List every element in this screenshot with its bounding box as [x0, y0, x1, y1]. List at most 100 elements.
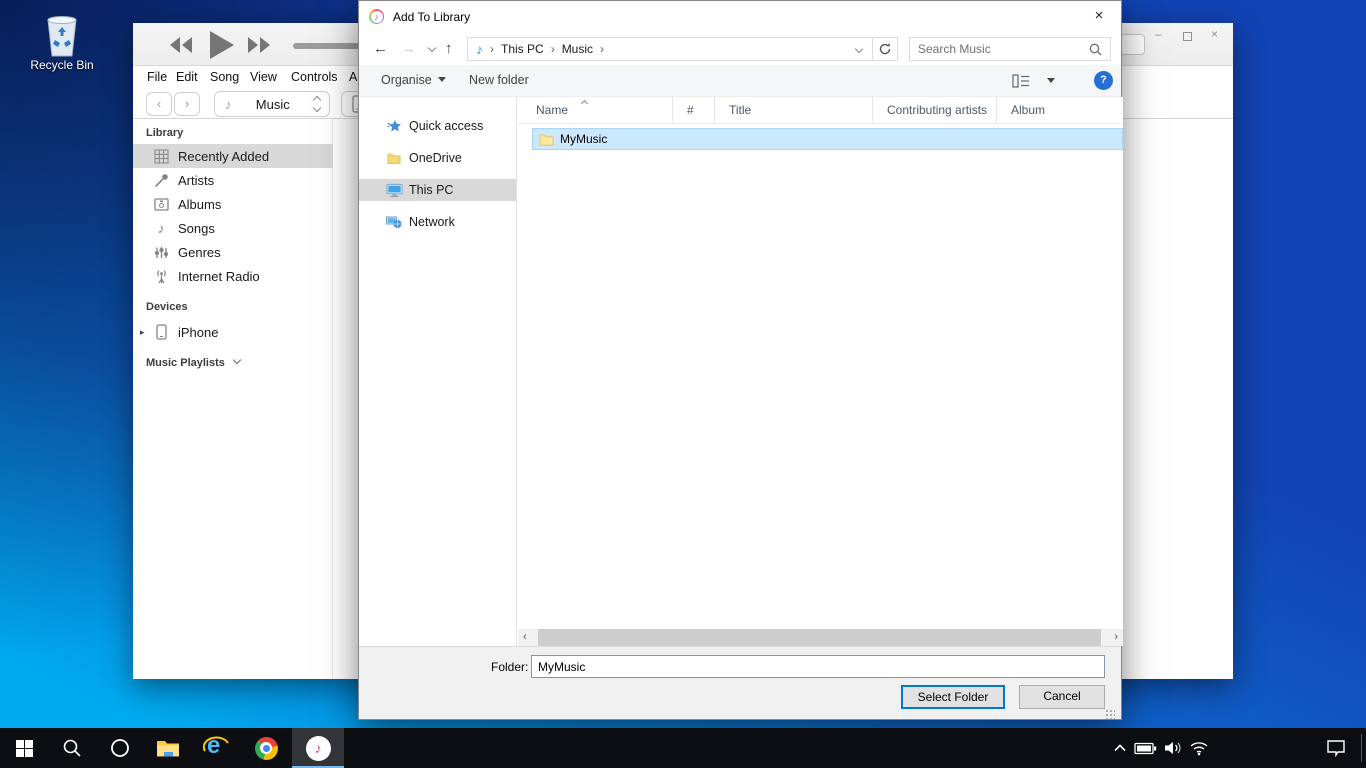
- rewind-button[interactable]: [169, 37, 193, 53]
- playlists-header-label: Music Playlists: [146, 357, 225, 369]
- folder-label: Folder:: [491, 660, 528, 674]
- column-contributing-artists[interactable]: Contributing artists: [873, 97, 997, 123]
- help-button[interactable]: ?: [1094, 71, 1113, 90]
- refresh-icon[interactable]: [878, 42, 892, 56]
- column-number[interactable]: #: [673, 97, 715, 123]
- sidebar-item-label: Internet Radio: [178, 269, 260, 284]
- sidebar-item-internet-radio[interactable]: Internet Radio: [133, 264, 333, 288]
- sidebar-item-genres[interactable]: Genres: [133, 240, 333, 264]
- chrome-button[interactable]: [244, 728, 288, 768]
- tray-wifi-button[interactable]: [1184, 728, 1214, 768]
- media-type-selector[interactable]: ♪ Music: [214, 91, 330, 117]
- close-window-icon[interactable]: ×: [1211, 27, 1218, 41]
- scrollbar-thumb[interactable]: [538, 629, 1101, 646]
- microphone-icon: [152, 173, 170, 188]
- breadcrumb-music[interactable]: Music: [562, 42, 593, 56]
- folder-name-input[interactable]: [531, 655, 1105, 678]
- folder-icon: [539, 133, 554, 146]
- speaker-icon: [1163, 740, 1184, 756]
- devices-header: Devices: [146, 301, 188, 313]
- view-mode-icon[interactable]: [1012, 74, 1030, 88]
- cancel-button[interactable]: Cancel: [1019, 685, 1105, 709]
- sidebar-item-iphone[interactable]: ▸ iPhone: [133, 320, 333, 344]
- file-explorer-button[interactable]: [146, 728, 190, 768]
- nav-item-onedrive[interactable]: OneDrive: [359, 147, 516, 169]
- tray-battery-button[interactable]: [1130, 728, 1160, 768]
- sidebar-item-albums[interactable]: Albums: [133, 192, 333, 216]
- maximize-icon[interactable]: [1183, 32, 1192, 41]
- sidebar-item-label: Recently Added: [178, 149, 269, 164]
- pane-divider[interactable]: [516, 97, 517, 646]
- chevron-down-icon: [233, 356, 241, 364]
- forward-icon[interactable]: →: [401, 40, 416, 57]
- minimize-icon[interactable]: –: [1155, 27, 1162, 41]
- nav-item-label: Network: [409, 215, 455, 229]
- itunes-app-icon: ♪: [369, 9, 384, 24]
- updown-chevrons-icon: [314, 97, 320, 111]
- column-name[interactable]: Name: [518, 97, 673, 123]
- itunes-icon: ♪: [306, 736, 331, 761]
- disclosure-icon[interactable]: ▸: [140, 327, 145, 338]
- address-bar[interactable]: ♪ › This PC › Music ›: [467, 37, 898, 61]
- media-type-label: Music: [232, 97, 315, 112]
- quick-access-icon: [385, 119, 403, 134]
- sidebar-item-artists[interactable]: Artists: [133, 168, 333, 192]
- view-dropdown-icon[interactable]: [1047, 78, 1055, 83]
- sidebar-item-songs[interactable]: ♪ Songs: [133, 216, 333, 240]
- column-title[interactable]: Title: [715, 97, 873, 123]
- menu-edit[interactable]: Edit: [176, 70, 198, 84]
- address-dropdown-icon[interactable]: [855, 45, 863, 53]
- recycle-bin-shortcut[interactable]: Recycle Bin: [22, 12, 102, 72]
- dialog-footer: Folder: Select Folder Cancel: [359, 646, 1121, 719]
- search-input[interactable]: [910, 42, 1089, 56]
- menu-file[interactable]: File: [147, 70, 167, 84]
- organise-button[interactable]: Organise: [381, 73, 446, 87]
- itunes-taskbar-button[interactable]: ♪: [292, 728, 344, 768]
- sort-ascending-icon: [581, 100, 588, 107]
- history-dropdown-icon[interactable]: [428, 44, 436, 52]
- select-folder-button[interactable]: Select Folder: [901, 685, 1005, 709]
- action-center-button[interactable]: [1316, 728, 1356, 768]
- cortana-icon: [110, 738, 130, 758]
- scroll-left-icon[interactable]: ‹: [523, 630, 527, 645]
- search-box[interactable]: [909, 37, 1111, 61]
- start-button[interactable]: [2, 728, 46, 768]
- file-row-mymusic[interactable]: MyMusic: [532, 128, 1123, 150]
- menu-view[interactable]: View: [250, 70, 277, 84]
- fast-forward-button[interactable]: [247, 37, 271, 53]
- onedrive-icon: [385, 151, 403, 165]
- this-pc-icon: [385, 183, 403, 198]
- music-note-icon: ♪: [476, 41, 483, 57]
- sidebar-item-recently-added[interactable]: Recently Added: [133, 144, 333, 168]
- resize-grip[interactable]: [1105, 709, 1115, 719]
- desktop: Recycle Bin – × File Edit Song View Cont…: [0, 0, 1366, 768]
- taskbar: e ♪: [0, 728, 1366, 768]
- sidebar-item-label: Genres: [178, 245, 221, 260]
- playlists-header[interactable]: Music Playlists: [146, 357, 240, 369]
- taskbar-search-button[interactable]: [50, 728, 94, 768]
- dialog-close-button[interactable]: ×: [1077, 1, 1121, 31]
- nav-item-network[interactable]: Network: [359, 211, 516, 233]
- new-folder-button[interactable]: New folder: [469, 73, 529, 87]
- show-desktop-divider[interactable]: [1361, 734, 1362, 762]
- menu-controls[interactable]: Controls: [291, 70, 338, 84]
- library-header: Library: [146, 127, 183, 139]
- file-name: MyMusic: [560, 132, 607, 146]
- play-button[interactable]: [209, 31, 235, 59]
- add-to-library-dialog: ♪ Add To Library × ← → ↑ ♪ › This PC › M…: [358, 0, 1122, 720]
- column-album[interactable]: Album: [997, 97, 1123, 123]
- itunes-back-button[interactable]: ‹: [146, 92, 172, 116]
- itunes-forward-button[interactable]: ›: [174, 92, 200, 116]
- breadcrumb-this-pc[interactable]: This PC: [501, 42, 544, 56]
- menu-song[interactable]: Song: [210, 70, 239, 84]
- windows-logo-icon: [16, 740, 33, 757]
- scroll-right-icon[interactable]: ›: [1114, 630, 1118, 645]
- horizontal-scrollbar[interactable]: ‹ ›: [518, 629, 1123, 646]
- back-icon[interactable]: ←: [373, 40, 388, 57]
- internet-explorer-button[interactable]: e: [194, 728, 238, 768]
- nav-item-quick-access[interactable]: Quick access: [359, 115, 516, 137]
- cortana-button[interactable]: [98, 728, 142, 768]
- recycle-bin-icon: [22, 12, 102, 58]
- nav-item-this-pc[interactable]: This PC: [359, 179, 516, 201]
- up-icon[interactable]: ↑: [445, 40, 453, 57]
